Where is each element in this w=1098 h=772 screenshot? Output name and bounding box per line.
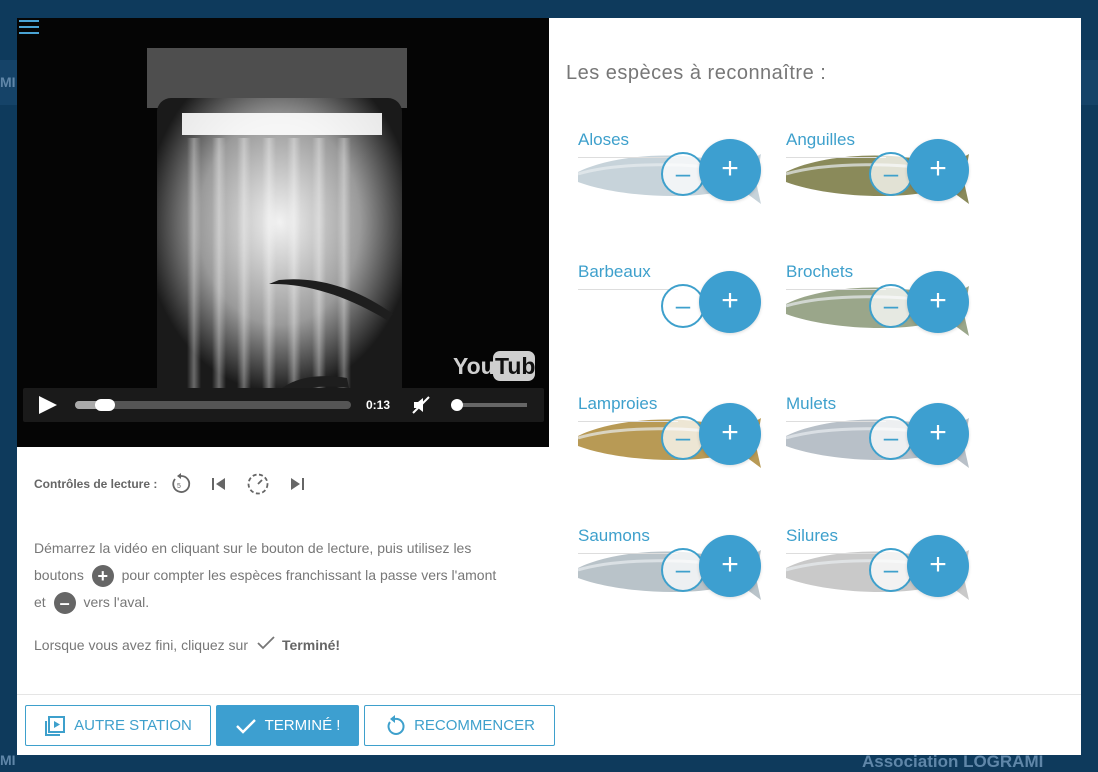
play-icon[interactable] bbox=[37, 396, 57, 419]
playback-controls: Contrôles de lecture : 5 bbox=[34, 471, 323, 497]
svg-text:You: You bbox=[453, 353, 495, 379]
species-divider bbox=[786, 553, 886, 554]
menu-icon[interactable] bbox=[19, 20, 39, 36]
video-player[interactable]: You Tube 0:13 bbox=[17, 18, 549, 447]
species-card: Aloses – + bbox=[578, 112, 761, 212]
increment-button[interactable]: + bbox=[907, 535, 969, 597]
volume-slider[interactable] bbox=[453, 403, 527, 407]
done-word: Terminé! bbox=[282, 636, 341, 653]
increment-button[interactable]: + bbox=[699, 403, 761, 465]
instructions-text: Démarrez la vidéo en cliquant sur le bou… bbox=[34, 535, 504, 616]
svg-text:5: 5 bbox=[177, 483, 181, 490]
background-bottom-left-text: MI bbox=[0, 752, 16, 768]
controls-label: Contrôles de lecture : bbox=[34, 477, 158, 491]
species-card: Saumons – + bbox=[578, 508, 761, 608]
species-name: Brochets bbox=[786, 262, 854, 281]
species-divider bbox=[786, 421, 886, 422]
other-station-button[interactable]: AUTRE STATION bbox=[25, 705, 211, 746]
restart-label: RECOMMENCER bbox=[414, 717, 535, 734]
volume-handle[interactable] bbox=[451, 399, 463, 411]
species-card: Lamproies – + bbox=[578, 376, 761, 476]
check-icon bbox=[256, 635, 276, 654]
species-name: Mulets bbox=[786, 394, 837, 413]
species-name: Aloses bbox=[578, 130, 630, 149]
increment-button[interactable]: + bbox=[699, 535, 761, 597]
done-label: TERMINÉ ! bbox=[264, 717, 341, 734]
species-name: Anguilles bbox=[786, 130, 855, 149]
svg-text:Tube: Tube bbox=[495, 353, 535, 379]
minus-circle-icon: – bbox=[53, 592, 76, 615]
background-left-text: MI bbox=[0, 74, 16, 90]
species-card: Barbeaux – + bbox=[578, 244, 761, 344]
increment-button[interactable]: + bbox=[907, 271, 969, 333]
done-button[interactable]: TERMINÉ ! bbox=[216, 705, 359, 746]
species-name: Silures bbox=[786, 526, 838, 545]
restart-icon bbox=[387, 714, 405, 735]
species-name: Barbeaux bbox=[578, 262, 651, 281]
species-divider bbox=[786, 157, 886, 158]
video-library-icon bbox=[45, 715, 66, 736]
species-card: Silures – + bbox=[786, 508, 969, 608]
progress-handle[interactable] bbox=[95, 399, 116, 411]
previous-frame-icon[interactable] bbox=[206, 471, 232, 497]
footer-divider bbox=[17, 694, 1081, 695]
species-name: Lamproies bbox=[578, 394, 658, 413]
progress-bar[interactable] bbox=[75, 399, 351, 411]
check-icon bbox=[235, 718, 256, 734]
video-control-bar: 0:13 bbox=[23, 388, 544, 422]
species-divider bbox=[578, 421, 678, 422]
playback-speed-icon[interactable] bbox=[245, 471, 271, 497]
done-instruction: Lorsque vous avez fini, cliquez sur Term… bbox=[34, 635, 340, 654]
species-divider bbox=[578, 553, 678, 554]
species-divider bbox=[578, 157, 678, 158]
species-card: Mulets – + bbox=[786, 376, 969, 476]
next-frame-icon[interactable] bbox=[284, 471, 310, 497]
species-count-dialog: You Tube 0:13 Con bbox=[17, 18, 1081, 755]
instructions-part3: vers l'aval. bbox=[83, 594, 150, 610]
species-card: Brochets – + bbox=[786, 244, 969, 344]
increment-button[interactable]: + bbox=[907, 403, 969, 465]
increment-button[interactable]: + bbox=[699, 139, 761, 201]
youtube-logo[interactable]: You Tube bbox=[453, 349, 548, 388]
species-divider bbox=[578, 289, 678, 290]
increment-button[interactable]: + bbox=[907, 139, 969, 201]
species-name: Saumons bbox=[578, 526, 650, 545]
other-station-label: AUTRE STATION bbox=[74, 717, 192, 734]
done-prefix: Lorsque vous avez fini, cliquez sur bbox=[34, 636, 248, 653]
species-card: Anguilles – + bbox=[786, 112, 969, 212]
plus-circle-icon: + bbox=[91, 565, 114, 588]
restart-button[interactable]: RECOMMENCER bbox=[364, 705, 555, 746]
species-divider bbox=[786, 289, 886, 290]
current-time: 0:13 bbox=[366, 398, 391, 412]
background-footer-text: Association LOGRAMI bbox=[862, 752, 1044, 771]
species-title: Les espèces à reconnaître : bbox=[566, 62, 827, 84]
rewind-5s-icon[interactable]: 5 bbox=[167, 471, 193, 497]
muted-volume-icon[interactable] bbox=[411, 395, 431, 420]
increment-button[interactable]: + bbox=[699, 271, 761, 333]
